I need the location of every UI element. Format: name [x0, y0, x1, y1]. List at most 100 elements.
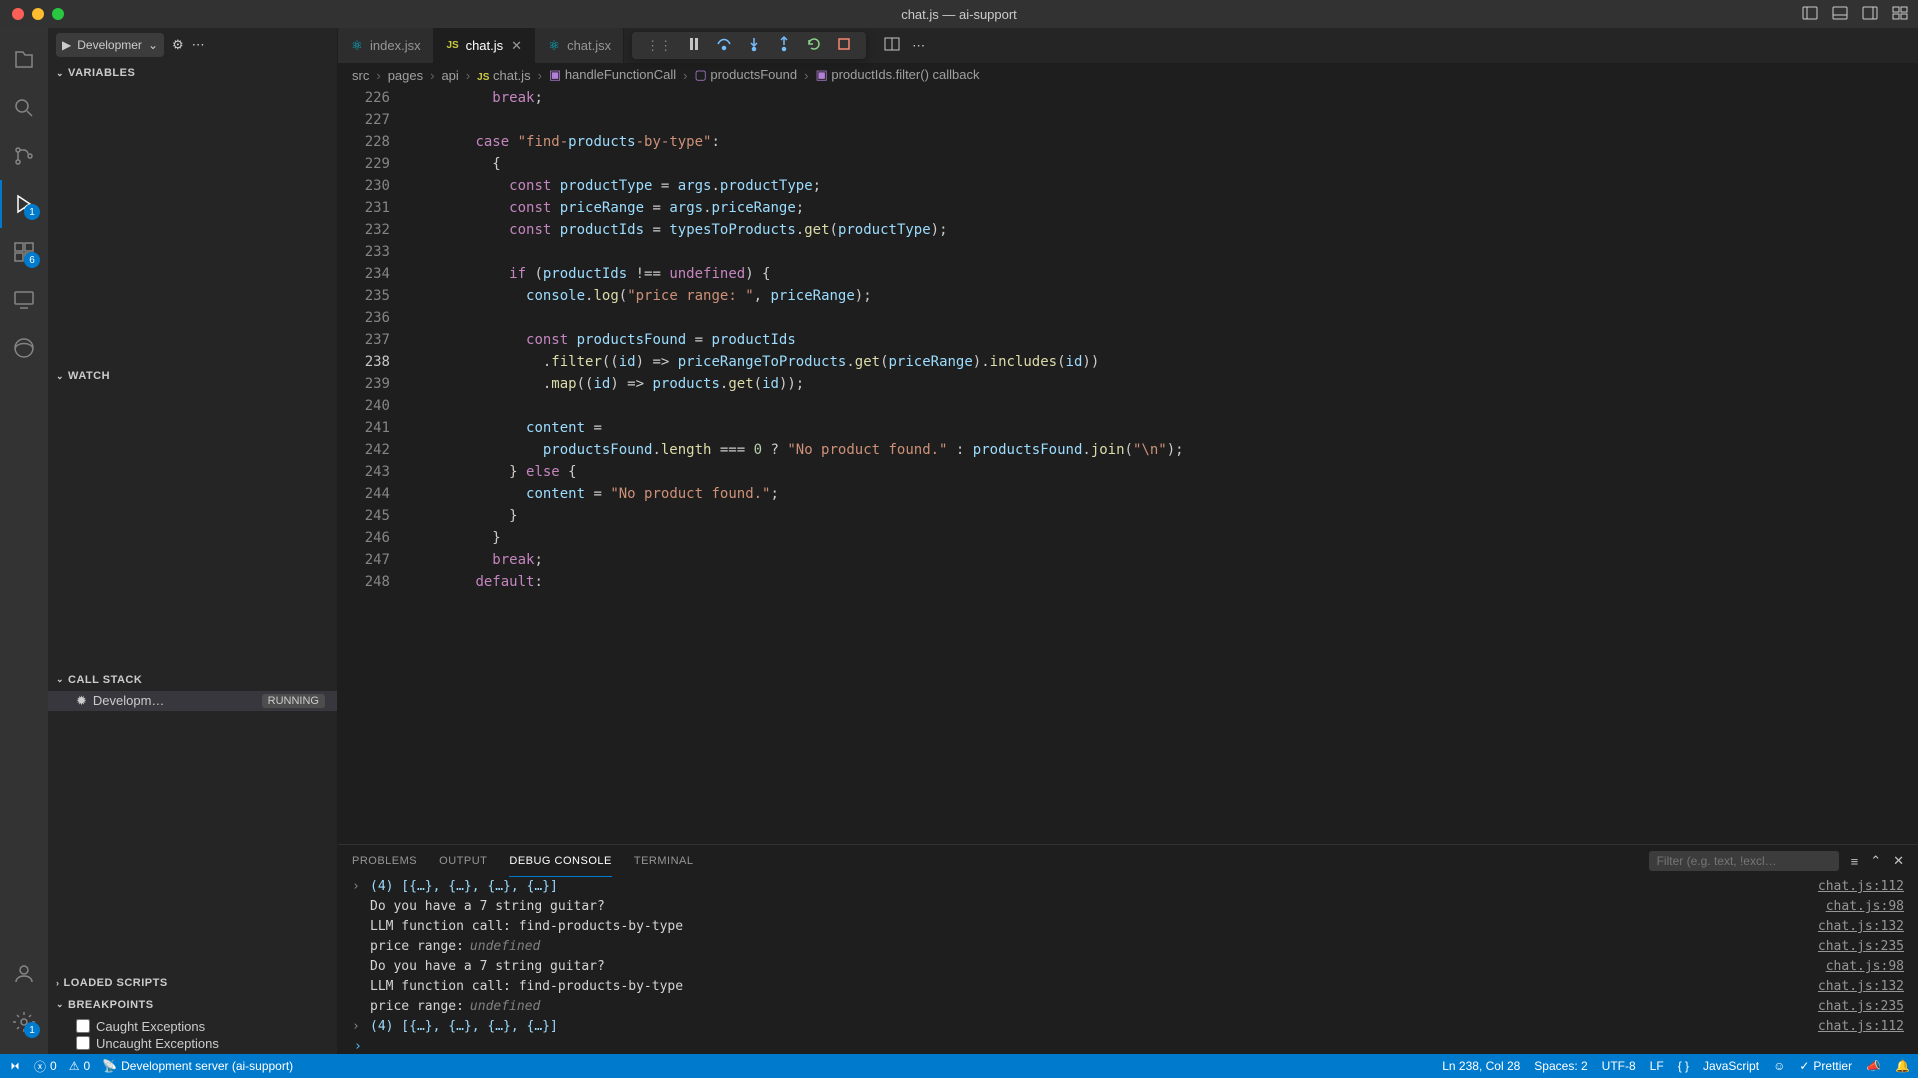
console-line: Do you have a 7 string guitar?chat.js:98: [352, 957, 1904, 977]
step-out-icon[interactable]: [776, 36, 792, 55]
debug-badge: 1: [24, 204, 40, 220]
source-link[interactable]: chat.js:98: [1826, 957, 1904, 977]
server-status[interactable]: 📡 Development server (ai-support): [102, 1059, 293, 1073]
console-line: price range: undefinedchat.js:235: [352, 997, 1904, 1017]
breakpoints-header[interactable]: ⌄BREAKPOINTS: [48, 994, 337, 1016]
list-icon[interactable]: ≡: [1851, 854, 1859, 869]
caught-exceptions[interactable]: Caught Exceptions: [76, 1018, 329, 1035]
close-icon[interactable]: ✕: [511, 38, 522, 54]
search-icon[interactable]: [0, 84, 48, 132]
edge-icon[interactable]: [0, 324, 48, 372]
zoom-window[interactable]: [52, 8, 64, 20]
source-link[interactable]: chat.js:235: [1818, 937, 1904, 957]
warnings-status[interactable]: ⚠ 0: [69, 1059, 90, 1073]
more-icon[interactable]: ⋯: [192, 37, 205, 53]
split-editor-icon[interactable]: [884, 36, 900, 55]
close-window[interactable]: [12, 8, 24, 20]
feedback-icon[interactable]: 📣: [1866, 1059, 1881, 1073]
indent-status[interactable]: Spaces: 2: [1534, 1059, 1587, 1073]
watch-header[interactable]: ⌄WATCH: [48, 365, 337, 387]
pause-icon[interactable]: [686, 36, 702, 55]
source-link[interactable]: chat.js:132: [1818, 977, 1904, 997]
extensions-badge: 6: [24, 252, 40, 268]
toggle-panel-bot-icon[interactable]: [1832, 5, 1848, 24]
chevron-down-icon: ⌄: [148, 38, 158, 52]
js-icon: JS: [477, 72, 489, 83]
language-status[interactable]: JavaScript: [1703, 1059, 1759, 1073]
breadcrumb-item[interactable]: ▣ productIds.filter() callback: [815, 67, 979, 83]
settings-badge: 1: [24, 1022, 40, 1038]
remote-status[interactable]: [8, 1059, 22, 1073]
console-line: price range: undefinedchat.js:235: [352, 937, 1904, 957]
source-link[interactable]: chat.js:98: [1826, 897, 1904, 917]
tab-chat.jsx[interactable]: ⚛chat.jsx: [535, 28, 624, 63]
editor[interactable]: 2262272282292302312322332342352362372382…: [338, 87, 1918, 844]
bell-icon[interactable]: 🔔: [1895, 1059, 1910, 1073]
remote-icon[interactable]: [0, 276, 48, 324]
callstack-header[interactable]: ⌄CALL STACK: [48, 669, 337, 691]
breadcrumb-item[interactable]: ▣ handleFunctionCall: [549, 67, 676, 83]
cursor-position[interactable]: Ln 238, Col 28: [1442, 1059, 1520, 1073]
breadcrumbs: src›pages›api›JS chat.js›▣ handleFunctio…: [338, 63, 1918, 87]
breadcrumb-item[interactable]: JS chat.js: [477, 68, 530, 83]
play-icon[interactable]: ▶: [62, 38, 71, 52]
drag-handle-icon[interactable]: ⋮⋮: [646, 38, 672, 54]
toggle-panel-left-icon[interactable]: [1802, 5, 1818, 24]
panel-close-icon[interactable]: ✕: [1893, 853, 1904, 869]
restart-icon[interactable]: [806, 36, 822, 55]
source-link[interactable]: chat.js:235: [1818, 997, 1904, 1017]
breadcrumb-item[interactable]: pages: [388, 68, 423, 83]
method-icon: ▣: [815, 67, 827, 82]
react-icon: ⚛: [350, 39, 364, 53]
settings-icon[interactable]: 1: [0, 998, 48, 1046]
method-icon: ▣: [549, 67, 561, 82]
panel-tab-output[interactable]: OUTPUT: [439, 845, 487, 877]
uncaught-check[interactable]: [76, 1036, 90, 1050]
breadcrumb-item[interactable]: src: [352, 68, 369, 83]
run-debug-icon[interactable]: 1: [0, 180, 48, 228]
errors-status[interactable]: ⓧ 0: [34, 1058, 57, 1075]
callstack-item[interactable]: ✹Developm… RUNNING: [48, 691, 337, 711]
explorer-icon[interactable]: [0, 36, 48, 84]
loaded-scripts-header[interactable]: ›LOADED SCRIPTS: [48, 972, 337, 994]
tab-index.jsx[interactable]: ⚛index.jsx: [338, 28, 434, 63]
step-into-icon[interactable]: [746, 36, 762, 55]
stop-icon[interactable]: [836, 36, 852, 55]
run-config-select[interactable]: ▶ Developmer ⌄: [56, 33, 164, 57]
uncaught-exceptions[interactable]: Uncaught Exceptions: [76, 1035, 329, 1052]
encoding-status[interactable]: UTF-8: [1602, 1059, 1636, 1073]
window-title: chat.js — ai-support: [901, 7, 1017, 22]
panel-tab-terminal[interactable]: TERMINAL: [634, 845, 694, 877]
caught-check[interactable]: [76, 1019, 90, 1033]
react-icon: ⚛: [547, 39, 561, 53]
copilot-icon[interactable]: ☺: [1773, 1059, 1785, 1073]
console-line: ›(4) [{…}, {…}, {…}, {…}]chat.js:112: [352, 1017, 1904, 1037]
gear-icon[interactable]: ⚙: [172, 37, 184, 53]
source-link[interactable]: chat.js:112: [1818, 1017, 1904, 1037]
panel-tab-problems[interactable]: PROBLEMS: [352, 845, 417, 877]
tab-chat.js[interactable]: JSchat.js✕: [434, 28, 535, 63]
braces-icon[interactable]: { }: [1678, 1059, 1689, 1073]
step-over-icon[interactable]: [716, 36, 732, 55]
breadcrumb-item[interactable]: ▢ productsFound: [694, 67, 797, 83]
panel-up-icon[interactable]: ⌃: [1870, 853, 1881, 869]
toggle-panel-right-icon[interactable]: [1862, 5, 1878, 24]
extensions-icon[interactable]: 6: [0, 228, 48, 276]
customize-layout-icon[interactable]: [1892, 5, 1908, 24]
source-link[interactable]: chat.js:132: [1818, 917, 1904, 937]
bug-icon: ✹: [76, 693, 87, 709]
filter-input[interactable]: [1649, 851, 1839, 871]
prettier-status[interactable]: ✓ Prettier: [1799, 1059, 1852, 1073]
console-prompt[interactable]: ›: [352, 1037, 1904, 1054]
source-link[interactable]: chat.js:112: [1818, 877, 1904, 897]
variables-header[interactable]: ⌄VARIABLES: [48, 62, 337, 84]
console-line: LLM function call: find-products-by-type…: [352, 917, 1904, 937]
console-line: Do you have a 7 string guitar?chat.js:98: [352, 897, 1904, 917]
breadcrumb-item[interactable]: api: [441, 68, 458, 83]
panel-tab-debug[interactable]: DEBUG CONSOLE: [509, 845, 611, 877]
minimize-window[interactable]: [32, 8, 44, 20]
more-actions-icon[interactable]: ⋯: [912, 38, 925, 54]
eol-status[interactable]: LF: [1650, 1059, 1664, 1073]
source-control-icon[interactable]: [0, 132, 48, 180]
account-icon[interactable]: [0, 950, 48, 998]
